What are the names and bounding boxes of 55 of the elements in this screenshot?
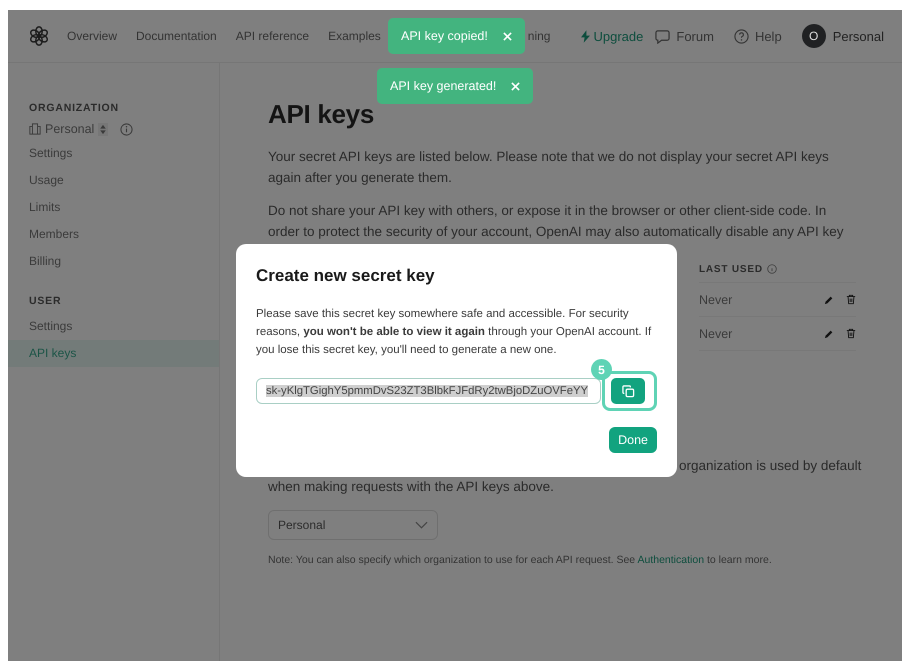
done-button[interactable]: Done [609,427,657,453]
column-header: LAST USED [699,264,763,274]
dialog-title: Create new secret key [256,266,436,286]
sidebar-item[interactable]: Usage [8,167,219,194]
description-text: Your secret API keys are listed below. Please note that we do not display your secret API keys again after you generate them. [268,148,830,187]
help-icon [734,28,749,44]
nav-link[interactable]: ning [528,29,550,43]
avatar[interactable]: O [802,24,826,48]
sidebar-item[interactable]: Settings [8,313,219,340]
page-title: API keys [268,99,376,130]
upgrade-link[interactable]: Upgrade [580,28,644,44]
note-text: Note: You can also specify which organization to use for each API request. See Authentication to learn more. [268,554,773,566]
description-text: organization is used by default [678,457,862,475]
organization-selector[interactable]: Personal [45,122,94,136]
nav-link[interactable]: API reference [236,29,310,43]
nav-link[interactable]: Overview [67,29,118,43]
sidebar-item[interactable]: Settings [8,140,219,167]
lightning-icon [580,30,590,42]
organization-dropdown[interactable]: Personal [268,510,438,540]
copy-button[interactable] [611,378,645,404]
sidebar-item[interactable]: API keys [8,340,219,367]
pencil-icon[interactable] [824,328,834,338]
section-heading: ORGANIZATION [28,102,120,114]
nav-link[interactable]: Documentation [136,29,217,43]
info-icon[interactable] [766,264,777,274]
sort-arrows-icon[interactable] [98,122,108,136]
table-cell-text: Never [699,292,734,306]
toast-message: API key copied! [401,29,488,43]
close-icon[interactable] [502,32,512,40]
logo-icon[interactable] [28,25,50,47]
forum-link[interactable]: Forum [655,28,714,44]
nav-link[interactable]: Examples [328,29,381,43]
account-name[interactable]: Personal [832,28,884,44]
description-text: when making requests with the API keys above. [268,478,555,496]
toast-message: API key generated! [390,79,496,93]
sidebar-item[interactable]: Billing [8,248,219,275]
trash-icon[interactable] [846,294,856,305]
help-link[interactable]: Help [734,28,782,44]
close-icon[interactable] [511,82,520,90]
trash-icon[interactable] [846,328,856,339]
sidebar-item[interactable]: Limits [8,194,219,221]
building-icon [29,123,41,135]
pencil-icon[interactable] [824,294,834,304]
step-badge: 5 [591,359,612,380]
authentication-link[interactable]: Authentication [637,554,704,566]
info-icon[interactable] [120,122,134,136]
table-cell-text: Never [699,326,734,340]
chevron-down-icon [415,521,428,529]
chat-bubble-icon [655,28,670,44]
description-text: Do not share your API key with others, or expose it in the browser or other client-side code. In order to protect the security of your account, OpenAI may also automatically disable any API key [268,202,845,241]
secret-key-field[interactable]: sk-yKlgTGighY5pmmDvS23ZT3BlbkFJFdRy2twBjoDZuOVFeYY [256,378,601,404]
sidebar-item[interactable]: Members [8,221,219,248]
dialog-message: Please save this secret key somewhere safe and accessible. For security reasons, you won't be able to view it again through your OpenAI account. If you lose this secret key, you'll need to generate a new one. [256,307,652,358]
section-heading: USER [28,295,62,307]
copy-icon [622,384,634,398]
